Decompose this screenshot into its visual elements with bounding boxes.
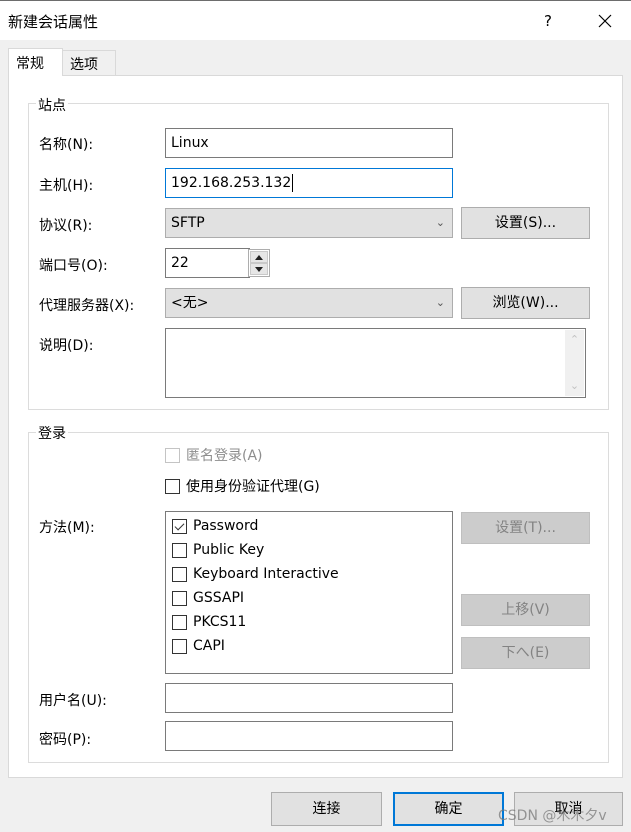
help-button[interactable]: ? (532, 5, 564, 37)
window-title: 新建会话属性 (8, 13, 99, 31)
proxy-label: 代理服务器(X): (39, 298, 135, 314)
proxy-select[interactable]: <无> ⌄ (165, 288, 453, 318)
host-input[interactable]: 192.168.253.132 (165, 168, 453, 198)
port-increment-button[interactable] (250, 251, 268, 263)
port-decrement-button[interactable] (250, 263, 268, 275)
protocol-settings-button[interactable]: 设置(S)... (461, 207, 590, 239)
anonymous-login-label: 匿名登录(A) (186, 448, 263, 464)
method-label: 方法(M): (39, 520, 95, 536)
scroll-up-icon[interactable]: ⌃ (565, 332, 584, 348)
chevron-down-icon: ⌄ (435, 296, 445, 309)
password-input[interactable] (165, 721, 453, 751)
connect-button[interactable]: 连接 (271, 792, 382, 826)
method-item-pkcs11[interactable]: PKCS11 (172, 612, 246, 632)
proxy-select-value: <无> (171, 295, 209, 311)
move-down-button[interactable]: 下へ(E) (461, 637, 590, 669)
checkbox-box (165, 447, 180, 463)
description-label: 说明(D): (39, 338, 94, 354)
checkbox-box (172, 590, 187, 606)
host-label: 主机(H): (39, 178, 94, 194)
method-item-label: Keyboard Interactive (193, 566, 339, 582)
auth-method-list: Password Public Key Keyboard Interactive… (165, 511, 453, 674)
method-item-label: CAPI (193, 638, 225, 654)
checkbox-box (165, 478, 180, 494)
cancel-button[interactable]: 取消 (514, 792, 623, 826)
site-group-legend: 站点 (36, 95, 68, 115)
port-input-value: 22 (171, 255, 189, 271)
port-stepper (248, 249, 270, 277)
checkbox-box (172, 542, 187, 558)
method-settings-button[interactable]: 设置(T)... (461, 512, 590, 544)
protocol-label: 协议(R): (39, 218, 93, 234)
method-item-capi[interactable]: CAPI (172, 636, 225, 656)
tab-general[interactable]: 常规 (8, 48, 63, 76)
method-item-label: PKCS11 (193, 614, 247, 630)
close-button[interactable] (588, 5, 622, 37)
checkbox-box (172, 638, 187, 654)
tab-options[interactable]: 选项 (62, 50, 116, 76)
method-item-password[interactable]: Password (172, 516, 258, 536)
method-item-gssapi[interactable]: GSSAPI (172, 588, 244, 608)
auth-agent-label: 使用身份验证代理(G) (186, 479, 320, 495)
method-item-label: Public Key (193, 542, 265, 558)
text-caret (292, 174, 294, 192)
protocol-select-value: SFTP (171, 215, 205, 231)
checkbox-box (172, 566, 187, 582)
login-group-legend: 登录 (36, 423, 68, 443)
port-label: 端口号(O): (39, 258, 108, 274)
method-item-label: GSSAPI (193, 590, 245, 606)
password-label: 密码(P): (39, 732, 92, 748)
method-item-public-key[interactable]: Public Key (172, 540, 264, 560)
description-scrollbar[interactable]: ⌃ ⌄ (565, 330, 584, 396)
port-input[interactable]: 22 (165, 248, 250, 278)
scroll-down-icon[interactable]: ⌄ (565, 378, 584, 394)
ok-button[interactable]: 确定 (393, 792, 504, 826)
description-textarea[interactable]: ⌃ ⌄ (165, 328, 586, 398)
move-up-button[interactable]: 上移(V) (461, 594, 590, 626)
name-input[interactable]: Linux (165, 128, 453, 158)
auth-agent-checkbox[interactable]: 使用身份验证代理(G) (165, 476, 320, 496)
close-icon (598, 14, 612, 28)
checkbox-checked (172, 518, 187, 534)
checkbox-box (172, 614, 187, 630)
protocol-select[interactable]: SFTP ⌄ (165, 208, 453, 238)
title-bar: 新建会话属性 ? (0, 0, 631, 40)
username-label: 用户名(U): (39, 693, 107, 709)
proxy-browse-button[interactable]: 浏览(W)... (461, 287, 590, 319)
method-item-keyboard-interactive[interactable]: Keyboard Interactive (172, 564, 339, 584)
name-label: 名称(N): (39, 137, 94, 153)
chevron-down-icon: ⌄ (435, 216, 445, 229)
host-input-value: 192.168.253.132 (171, 175, 292, 191)
name-input-value: Linux (171, 135, 209, 151)
method-item-label: Password (193, 518, 259, 534)
username-input[interactable] (165, 683, 453, 713)
anonymous-login-checkbox[interactable]: 匿名登录(A) (165, 445, 263, 465)
